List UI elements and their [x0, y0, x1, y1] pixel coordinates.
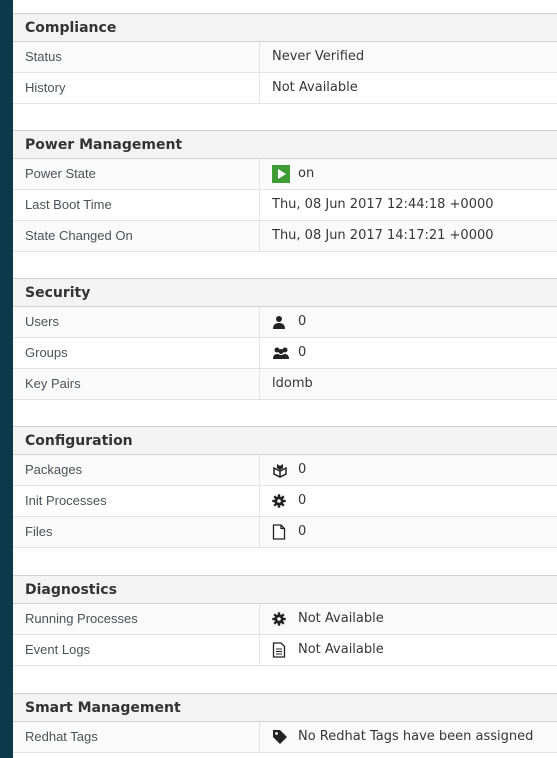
row-value: 0 [298, 345, 307, 360]
gear-icon [272, 611, 292, 627]
table-row[interactable]: State Changed On Thu, 08 Jun 2017 14:17:… [13, 221, 557, 252]
row-value: Not Available [298, 642, 384, 657]
row-value: Not Available [298, 611, 384, 626]
row-value: on [298, 166, 315, 181]
file-icon [272, 524, 292, 540]
group-icon [272, 345, 292, 361]
table-row[interactable]: Power State on [13, 159, 557, 190]
row-label: Status [13, 42, 260, 72]
row-value: ldomb [272, 376, 313, 391]
row-label: Power State [13, 159, 260, 189]
section-title: Power Management [13, 130, 557, 159]
table-row[interactable]: Groups 0 [13, 338, 557, 369]
user-icon [272, 314, 292, 330]
section-title: Security [13, 278, 557, 307]
row-value: 0 [298, 462, 307, 477]
document-icon [272, 642, 292, 658]
row-label: Init Processes [13, 486, 260, 516]
row-label: Last Boot Time [13, 190, 260, 220]
table-row[interactable]: Event Logs Not Available [13, 635, 557, 666]
row-label: Key Pairs [13, 369, 260, 399]
table-row[interactable]: Key Pairs ldomb [13, 369, 557, 400]
power-management-section: Power Management Power State on Last Boo… [13, 130, 557, 252]
gear-icon [272, 493, 292, 509]
security-section: Security Users 0 Groups 0 Key Pairs ldom… [13, 278, 557, 400]
row-value: 0 [298, 524, 307, 539]
row-label: State Changed On [13, 221, 260, 251]
row-value: 0 [298, 314, 307, 329]
package-icon [272, 462, 292, 478]
row-label: Files [13, 517, 260, 547]
diagnostics-section: Diagnostics Running Processes Not Availa… [13, 575, 557, 666]
row-label: Running Processes [13, 604, 260, 634]
table-row[interactable]: Running Processes Not Available [13, 604, 557, 635]
table-row[interactable]: Files 0 [13, 517, 557, 548]
table-row[interactable]: History Not Available [13, 73, 557, 104]
section-title: Diagnostics [13, 575, 557, 604]
row-value: Thu, 08 Jun 2017 14:17:21 +0000 [272, 228, 494, 243]
table-row[interactable]: Status Never Verified [13, 42, 557, 73]
row-value: 0 [298, 493, 307, 508]
power-on-icon [272, 165, 292, 183]
row-label: Redhat Tags [13, 722, 260, 752]
table-row[interactable]: Init Processes 0 [13, 486, 557, 517]
row-label: Users [13, 307, 260, 337]
table-row[interactable]: Packages 0 [13, 455, 557, 486]
row-value: Not Available [272, 80, 358, 95]
table-row[interactable]: Users 0 [13, 307, 557, 338]
row-label: Groups [13, 338, 260, 368]
table-row[interactable]: Redhat Tags No Redhat Tags have been ass… [13, 722, 557, 753]
table-row[interactable]: Last Boot Time Thu, 08 Jun 2017 12:44:18… [13, 190, 557, 221]
section-title: Smart Management [13, 693, 557, 722]
row-label: Packages [13, 455, 260, 485]
row-label: Event Logs [13, 635, 260, 665]
compliance-section: Compliance Status Never Verified History… [13, 13, 557, 104]
row-label: History [13, 73, 260, 103]
smart-management-section: Smart Management Redhat Tags No Redhat T… [13, 693, 557, 753]
configuration-section: Configuration Packages 0 Init Processes … [13, 426, 557, 548]
tag-icon [272, 729, 292, 745]
row-value: No Redhat Tags have been assigned [298, 729, 534, 744]
properties-panel: Compliance Status Never Verified History… [13, 0, 557, 758]
row-value: Thu, 08 Jun 2017 12:44:18 +0000 [272, 197, 494, 212]
section-title: Configuration [13, 426, 557, 455]
section-title: Compliance [13, 13, 557, 42]
row-value: Never Verified [272, 49, 365, 64]
